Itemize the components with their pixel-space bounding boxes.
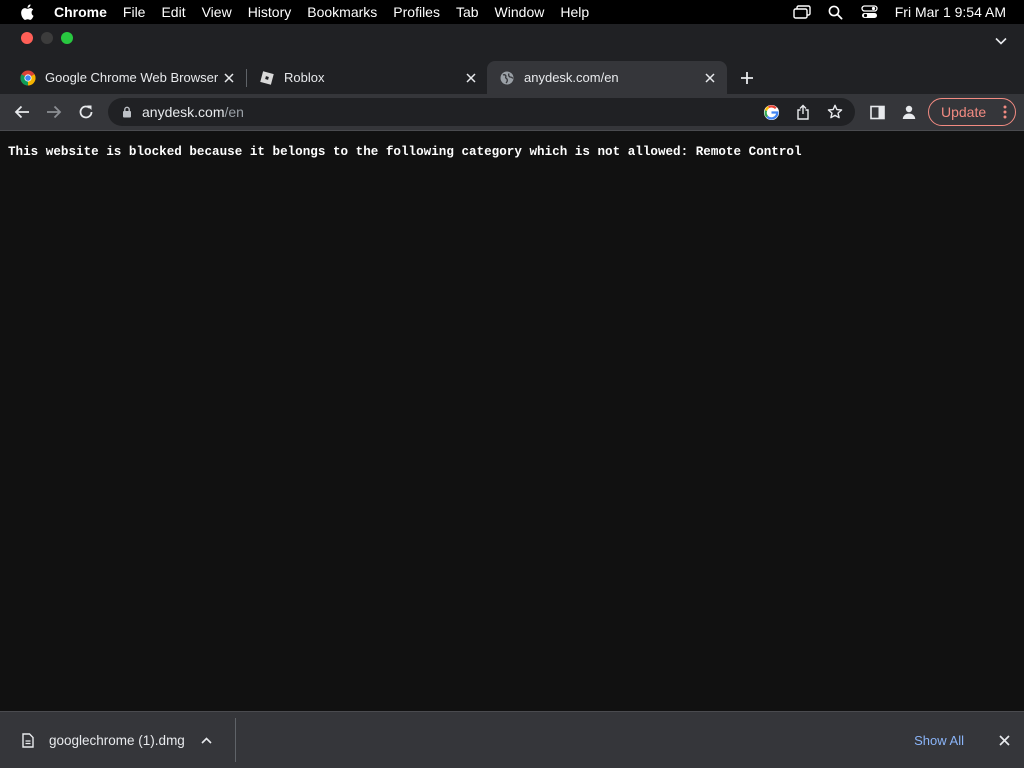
page-content: This website is blocked because it belon… <box>0 131 1024 711</box>
omnibox-actions <box>755 104 855 121</box>
chevron-up-icon[interactable] <box>201 736 212 744</box>
side-panel-icon[interactable] <box>861 98 893 126</box>
google-lens-icon[interactable] <box>755 104 787 121</box>
url-host: anydesk.com <box>142 104 225 120</box>
plus-icon <box>741 71 753 84</box>
tab-title: Google Chrome Web Browser <box>45 70 219 85</box>
update-label: Update <box>941 104 987 120</box>
menubar-status-area: Fri Mar 1 9:54 AM <box>785 4 1024 20</box>
download-file-name: googlechrome (1).dmg <box>49 732 185 748</box>
menu-history[interactable]: History <box>240 4 300 20</box>
forward-button[interactable] <box>38 96 70 128</box>
globe-icon <box>499 70 515 86</box>
menu-edit[interactable]: Edit <box>153 4 193 20</box>
download-item[interactable]: googlechrome (1).dmg <box>0 718 236 762</box>
window-zoom-button[interactable] <box>61 32 73 44</box>
tab-title: anydesk.com/en <box>524 70 619 85</box>
tab-search-chevron-icon[interactable] <box>992 32 1010 50</box>
file-icon <box>21 732 35 748</box>
roblox-logo-icon <box>259 70 275 86</box>
browser-toolbar: anydesk.com/en Update <box>0 94 1024 131</box>
tab-title: Roblox <box>284 70 325 85</box>
menu-tab[interactable]: Tab <box>448 4 487 20</box>
download-shelf: googlechrome (1).dmg Show All <box>0 711 1024 768</box>
show-all-downloads-link[interactable]: Show All <box>914 733 964 748</box>
back-button[interactable] <box>6 96 38 128</box>
spotlight-search-icon[interactable] <box>819 5 853 20</box>
bookmark-star-icon[interactable] <box>819 104 851 120</box>
control-center-icon[interactable] <box>853 5 887 19</box>
apple-menu-icon[interactable] <box>0 4 54 20</box>
tab-anydesk-active[interactable]: anydesk.com/en <box>487 61 727 94</box>
menu-view[interactable]: View <box>194 4 240 20</box>
macos-menubar: Chrome File Edit View History Bookmarks … <box>0 0 1024 24</box>
tab-strip: Google Chrome Web Browser Roblox anydesk… <box>0 61 1024 94</box>
menu-help[interactable]: Help <box>552 4 597 20</box>
close-download-shelf-icon[interactable] <box>996 732 1012 748</box>
tab-close-icon[interactable] <box>221 70 237 86</box>
menu-app-name[interactable]: Chrome <box>54 4 115 20</box>
menu-window[interactable]: Window <box>487 4 553 20</box>
window-close-button[interactable] <box>21 32 33 44</box>
tab-close-icon[interactable] <box>702 70 718 86</box>
window-controls <box>21 32 73 44</box>
url-path: /en <box>224 104 244 120</box>
update-button[interactable]: Update <box>928 98 1016 126</box>
blocked-message: This website is blocked because it belon… <box>8 145 802 159</box>
address-bar[interactable]: anydesk.com/en <box>108 98 855 126</box>
tab-close-icon[interactable] <box>463 70 479 86</box>
lock-icon[interactable] <box>120 105 134 119</box>
reload-button[interactable] <box>70 96 102 128</box>
reload-icon <box>79 105 93 119</box>
share-icon[interactable] <box>787 104 819 120</box>
more-vert-icon <box>1003 105 1007 119</box>
chrome-logo-icon <box>20 70 36 86</box>
arrow-left-icon <box>14 105 29 119</box>
toolbar-right: Update <box>861 98 1016 126</box>
browser-titlebar: Google Chrome Web Browser Roblox anydesk… <box>0 24 1024 94</box>
menu-profiles[interactable]: Profiles <box>385 4 448 20</box>
menubar-clock[interactable]: Fri Mar 1 9:54 AM <box>887 4 1006 20</box>
screen-mirroring-icon[interactable] <box>785 5 819 19</box>
tab-google-chrome[interactable]: Google Chrome Web Browser <box>0 61 245 94</box>
new-tab-button[interactable] <box>727 61 767 94</box>
window-minimize-button[interactable] <box>41 32 53 44</box>
menu-file[interactable]: File <box>115 4 154 20</box>
arrow-right-icon <box>47 105 62 119</box>
menu-bookmarks[interactable]: Bookmarks <box>299 4 385 20</box>
tab-roblox[interactable]: Roblox <box>245 61 487 94</box>
profile-avatar-icon[interactable] <box>893 98 925 126</box>
